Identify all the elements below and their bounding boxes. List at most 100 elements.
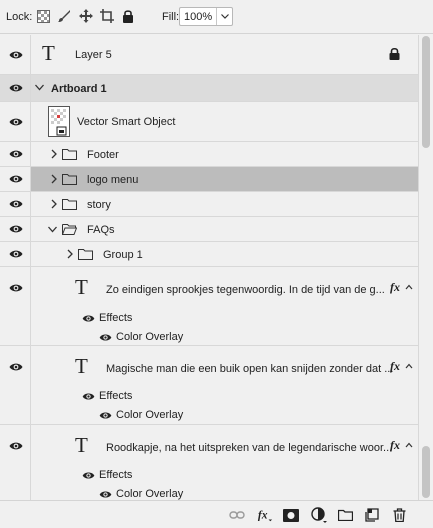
eye-icon[interactable] xyxy=(9,117,23,127)
layers-toolbar: Lock: Fill: 100% xyxy=(0,0,433,34)
layer-row-story[interactable]: story xyxy=(0,192,418,217)
smart-object-thumbnail-icon xyxy=(48,106,70,137)
eye-icon[interactable] xyxy=(9,83,23,93)
eye-icon[interactable] xyxy=(9,283,23,293)
effects-label[interactable]: Effects xyxy=(99,469,132,481)
color-overlay-eye-icon[interactable] xyxy=(99,411,112,420)
layer-name[interactable]: FAQs xyxy=(87,224,115,236)
color-overlay-eye-icon[interactable] xyxy=(99,333,112,342)
eye-icon[interactable] xyxy=(9,362,23,372)
link-layers-icon[interactable] xyxy=(229,507,245,523)
folder-icon xyxy=(62,174,77,185)
layer-name[interactable]: Roodkapje, na het uitspreken van de lege… xyxy=(106,442,392,454)
visibility-column[interactable] xyxy=(0,75,31,101)
chevron-down-icon[interactable] xyxy=(216,8,232,25)
effects-eye-icon[interactable] xyxy=(82,314,95,323)
layer-row-logo-menu[interactable]: logo menu xyxy=(0,167,418,192)
color-overlay-label[interactable]: Color Overlay xyxy=(116,488,183,500)
add-layer-style-icon[interactable]: fx xyxy=(257,507,273,523)
lock-label: Lock: xyxy=(6,11,33,23)
delete-layer-icon[interactable] xyxy=(391,507,407,523)
color-overlay-label[interactable]: Color Overlay xyxy=(116,409,183,421)
layer-row-layer5[interactable]: T Layer 5 xyxy=(0,35,418,75)
fx-icon[interactable]: fx xyxy=(390,438,400,453)
visibility-column[interactable] xyxy=(0,425,31,500)
lock-position-icon[interactable] xyxy=(79,9,93,23)
adjustment-layer-icon[interactable] xyxy=(311,507,327,523)
visibility-column[interactable] xyxy=(0,242,31,266)
layer-row-footer[interactable]: Footer xyxy=(0,142,418,167)
folder-icon xyxy=(62,149,77,160)
visibility-column[interactable] xyxy=(0,192,31,216)
eye-icon[interactable] xyxy=(9,441,23,451)
lock-transparent-pixels-icon[interactable] xyxy=(36,9,50,23)
effects-eye-icon[interactable] xyxy=(82,471,95,480)
eye-icon[interactable] xyxy=(9,249,23,259)
visibility-column[interactable] xyxy=(0,35,31,74)
visibility-column[interactable] xyxy=(0,267,31,345)
layer-name[interactable]: Group 1 xyxy=(103,249,143,261)
scrollbar-thumb[interactable] xyxy=(422,36,430,148)
layer-row-text1[interactable]: T Zo eindigen sprookjes tegenwoordig. In… xyxy=(0,267,418,346)
visibility-column[interactable] xyxy=(0,102,31,141)
layer-row-artboard1[interactable]: Artboard 1 xyxy=(0,75,418,102)
chevron-up-icon[interactable] xyxy=(405,363,413,369)
chevron-right-icon[interactable] xyxy=(50,199,58,209)
new-group-folder-icon[interactable] xyxy=(337,507,353,523)
layer-name[interactable]: Zo eindigen sprookjes tegenwoordig. In d… xyxy=(106,284,385,296)
effects-eye-icon[interactable] xyxy=(82,392,95,401)
layer-row-faqs[interactable]: FAQs xyxy=(0,217,418,242)
lock-image-pixels-icon[interactable] xyxy=(57,9,71,23)
chevron-down-icon[interactable] xyxy=(48,226,57,233)
layer-row-vector-smart-object[interactable]: Vector Smart Object xyxy=(0,102,418,142)
layer-name[interactable]: Magische man die een buik open kan snijd… xyxy=(106,363,393,375)
chevron-down-icon[interactable] xyxy=(35,84,44,91)
layer-row-text3[interactable]: T Roodkapje, na het uitspreken van de le… xyxy=(0,425,418,500)
layer-name[interactable]: logo menu xyxy=(87,174,138,186)
layer-name[interactable]: Vector Smart Object xyxy=(77,116,175,128)
eye-icon[interactable] xyxy=(9,224,23,234)
fill-value[interactable]: 100% xyxy=(180,11,216,23)
color-overlay-eye-icon[interactable] xyxy=(99,490,112,499)
eye-icon[interactable] xyxy=(9,149,23,159)
fill-dropdown[interactable]: 100% xyxy=(179,7,233,26)
folder-icon xyxy=(78,249,93,260)
chevron-up-icon[interactable] xyxy=(405,284,413,290)
scrollbar-thumb-lower[interactable] xyxy=(422,446,430,498)
new-layer-icon[interactable] xyxy=(364,507,380,523)
fill-label: Fill: xyxy=(162,11,180,23)
effects-label[interactable]: Effects xyxy=(99,390,132,402)
eye-icon[interactable] xyxy=(9,199,23,209)
fx-icon[interactable]: fx xyxy=(390,280,400,295)
lock-icon xyxy=(389,47,400,60)
lock-artboard-nesting-icon[interactable] xyxy=(100,9,114,23)
chevron-up-icon[interactable] xyxy=(405,442,413,448)
svg-text:fx: fx xyxy=(258,510,268,522)
text-layer-icon: T xyxy=(42,41,55,65)
visibility-column[interactable] xyxy=(0,167,31,191)
layer-row-text2[interactable]: T Magische man die een buik open kan sni… xyxy=(0,346,418,425)
artboard-name[interactable]: Artboard 1 xyxy=(51,83,107,95)
chevron-right-icon[interactable] xyxy=(66,249,74,259)
layer-row-group1[interactable]: Group 1 xyxy=(0,242,418,267)
layer-name[interactable]: Footer xyxy=(87,149,119,161)
eye-icon[interactable] xyxy=(9,174,23,184)
text-layer-icon: T xyxy=(75,354,88,378)
layer-name[interactable]: story xyxy=(87,199,111,211)
chevron-right-icon[interactable] xyxy=(50,149,58,159)
layers-bottom-bar: fx xyxy=(0,500,433,528)
visibility-column[interactable] xyxy=(0,217,31,241)
chevron-right-icon[interactable] xyxy=(50,174,58,184)
lock-all-icon[interactable] xyxy=(121,9,135,23)
layers-list: T Layer 5 Artboard 1 Vector Smart Object xyxy=(0,35,418,500)
layer-name[interactable]: Layer 5 xyxy=(75,49,112,61)
fx-icon[interactable]: fx xyxy=(390,359,400,374)
visibility-column[interactable] xyxy=(0,346,31,424)
eye-icon[interactable] xyxy=(9,50,23,60)
layers-scrollbar[interactable] xyxy=(418,35,433,500)
effects-label[interactable]: Effects xyxy=(99,312,132,324)
text-layer-icon: T xyxy=(75,433,88,457)
color-overlay-label[interactable]: Color Overlay xyxy=(116,331,183,343)
add-layer-mask-icon[interactable] xyxy=(283,507,299,523)
visibility-column[interactable] xyxy=(0,142,31,166)
